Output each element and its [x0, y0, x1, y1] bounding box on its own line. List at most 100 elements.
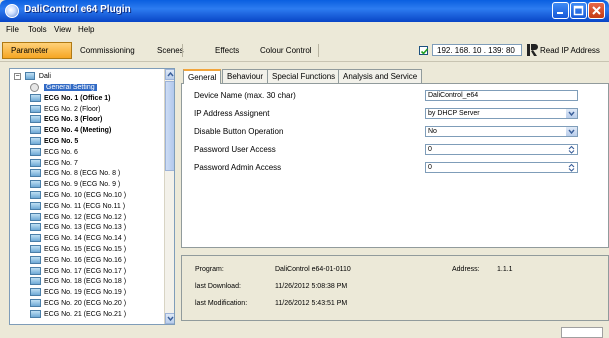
tree-root[interactable]: − Dali [14, 72, 51, 81]
close-icon [592, 6, 601, 15]
tab-colour-control[interactable]: Colour Control [260, 46, 312, 55]
tree-item-label: ECG No. 15 (ECG No.15 ) [44, 246, 127, 253]
tree-item[interactable]: ECG No. 14 (ECG No.14 ) [30, 234, 126, 243]
tree-item[interactable]: ECG No. 11 (ECG No.11 ) [30, 201, 126, 211]
scroll-down-button[interactable] [165, 313, 174, 324]
tree-item[interactable]: ECG No. 2 (Floor) [30, 104, 101, 114]
collapse-icon[interactable]: − [14, 72, 21, 80]
tab-behaviour[interactable]: Behaviour [222, 69, 269, 83]
ecg-icon [30, 212, 41, 221]
tab-analysis-service[interactable]: Analysis and Service [338, 69, 423, 83]
tree-item[interactable]: ECG No. 20 (ECG No.20 ) [30, 299, 126, 308]
password-user-spinner[interactable]: 0 [425, 144, 578, 155]
menu-help[interactable]: Help [78, 25, 94, 34]
tree-scrollbar[interactable] [164, 69, 174, 324]
tree-item[interactable]: ECG No. 15 (ECG No.15 ) [30, 245, 126, 254]
read-ip-icon[interactable] [527, 43, 538, 57]
dali-bus-icon [24, 72, 35, 81]
program-value: DaliControl e64-01-0110 [275, 266, 351, 273]
minimize-button[interactable] [552, 2, 569, 19]
tree-item[interactable]: ECG No. 8 (ECG No. 8 ) [30, 169, 120, 178]
tree-item-label: ECG No. 6 [44, 148, 78, 156]
tree-item-label: ECG No. 10 (ECG No.10 ) [44, 192, 127, 199]
tree-item[interactable]: ECG No. 4 (Meeting) [30, 126, 111, 135]
tree-item[interactable]: ECG No. 9 (ECG No. 9 ) [30, 180, 120, 189]
tree-item[interactable]: ECG No. 17 (ECG No.17 ) [30, 266, 126, 276]
ecg-icon [30, 104, 41, 113]
menu-view[interactable]: View [54, 25, 71, 34]
dropdown-button[interactable] [566, 127, 577, 136]
minimize-icon [557, 12, 563, 14]
tab-effects[interactable]: Effects [215, 46, 239, 55]
device-name-input[interactable]: DaliControl_e64 [425, 90, 578, 101]
last-download-value: 11/26/2012 5:08:38 PM [275, 283, 348, 290]
setting-label: Password Admin Access [194, 163, 282, 172]
tree-item-label: ECG No. 12 (ECG No.12 ) [44, 213, 127, 221]
tree-item[interactable]: ECG No. 6 [30, 147, 78, 157]
tree-item[interactable]: ECG No. 5 [30, 137, 78, 146]
tree-item-label: ECG No. 21 (ECG No.21 ) [44, 310, 127, 318]
ecg-icon [30, 234, 41, 243]
device-name-value: DaliControl_e64 [428, 92, 479, 99]
ecg-icon [30, 266, 41, 275]
menu-bar: File Tools View Help [0, 22, 609, 38]
tree-item-label: ECG No. 16 (ECG No.16 ) [44, 256, 127, 264]
tab-parameter[interactable]: Parameter [2, 42, 72, 59]
setting-label: IP Address Assignent [194, 109, 270, 118]
tree-item-label: ECG No. 11 (ECG No.11 ) [44, 202, 126, 210]
maximize-icon [573, 5, 584, 16]
address-value: 1.1.1 [497, 266, 513, 273]
dropdown-button[interactable] [566, 109, 577, 118]
last-modification-value: 11/26/2012 5:43:51 PM [275, 300, 348, 307]
tree-item[interactable]: ECG No. 18 (ECG No.18 ) [30, 277, 126, 286]
scroll-up-button[interactable] [165, 69, 174, 80]
last-download-label: last Download: [195, 283, 241, 290]
tree-item-label: General Setting [44, 84, 97, 91]
tree-item[interactable]: ECG No. 1 (Office 1) [30, 93, 111, 103]
menu-tools[interactable]: Tools [28, 25, 47, 34]
title-bar[interactable]: DaliControl e64 Plugin [0, 0, 609, 22]
ecg-icon [30, 288, 41, 297]
password-admin-spinner[interactable]: 0 [425, 162, 578, 173]
chevron-up-icon [167, 71, 174, 77]
tab-general[interactable]: General [183, 69, 222, 84]
ecg-icon [30, 115, 41, 124]
tree-item[interactable]: ECG No. 3 (Floor) [30, 115, 102, 124]
tab-commissioning[interactable]: Commissioning [80, 46, 135, 55]
tree-item-label: ECG No. 8 (ECG No. 8 ) [44, 170, 121, 178]
chevron-down-icon [167, 316, 174, 322]
ecg-icon [30, 277, 41, 286]
chevron-down-icon [568, 111, 575, 117]
tab-scenes[interactable]: Scenes [157, 46, 184, 55]
tree-item-label: ECG No. 2 (Floor) [44, 105, 101, 113]
disable-button-dropdown[interactable]: No [425, 126, 578, 137]
tree-item-label: ECG No. 5 [44, 138, 79, 145]
tree-item[interactable]: General Setting [30, 83, 97, 92]
ip-assignment-dropdown[interactable]: by DHCP Server [425, 108, 578, 119]
tree-item[interactable]: ECG No. 10 (ECG No.10 ) [30, 191, 126, 200]
close-button[interactable] [588, 2, 605, 19]
tree-item[interactable]: ECG No. 16 (ECG No.16 ) [30, 255, 127, 265]
tree-item[interactable]: ECG No. 7 [30, 158, 78, 168]
last-modification-label: last Modification: [195, 300, 248, 307]
ecg-icon [30, 147, 41, 156]
maximize-button[interactable] [570, 2, 587, 19]
scroll-thumb[interactable] [165, 81, 174, 171]
ip-enable-checkbox[interactable] [419, 46, 429, 55]
tree-item[interactable]: ECG No. 21 (ECG No.21 ) [30, 309, 127, 319]
program-label: Program: [195, 266, 224, 273]
tree-item-label: ECG No. 20 (ECG No.20 ) [44, 300, 127, 307]
tree-item[interactable]: ECG No. 12 (ECG No.12 ) [30, 212, 127, 222]
tree-item[interactable]: ECG No. 13 (ECG No.13 ) [30, 223, 126, 232]
chevron-down-icon [568, 129, 575, 135]
spinner-icon[interactable] [567, 163, 576, 172]
menu-file[interactable]: File [6, 25, 19, 34]
ecg-icon [30, 309, 41, 318]
tree-item[interactable]: ECG No. 19 (ECG No.19 ) [30, 288, 126, 297]
ip-address-field[interactable]: 192. 168. 10 . 139: 80 [432, 44, 522, 56]
spinner-icon[interactable] [567, 145, 576, 154]
ecg-icon [30, 180, 41, 189]
tree-item-label: ECG No. 13 (ECG No.13 ) [44, 224, 127, 232]
read-ip-button[interactable]: Read IP Address [540, 46, 600, 55]
tab-special-functions[interactable]: Special Functions [267, 69, 341, 83]
